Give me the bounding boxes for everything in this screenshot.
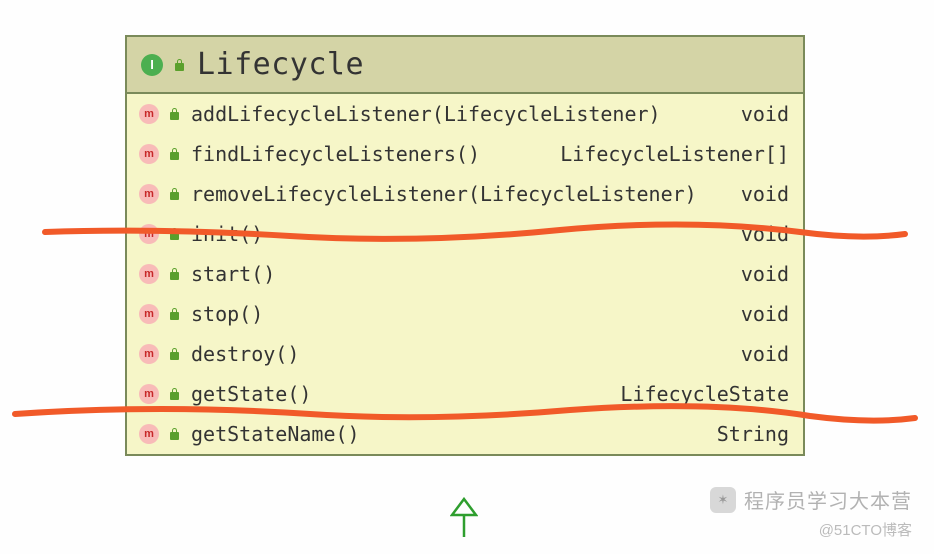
method-name: stop() (191, 302, 263, 326)
method-list: m addLifecycleListener(LifecycleListener… (127, 94, 803, 454)
method-name: destroy() (191, 342, 299, 366)
watermark-main: ✶ 程序员学习大本营 (710, 485, 912, 514)
method-name: getState() (191, 382, 311, 406)
watermark-main-text: 程序员学习大本营 (744, 485, 912, 514)
return-type: LifecycleListener[] (560, 142, 789, 166)
lock-icon (168, 107, 182, 121)
method-row: m stop() void (127, 294, 803, 334)
return-type: void (741, 342, 789, 366)
method-name: findLifecycleListeners() (191, 142, 480, 166)
lock-icon (168, 427, 182, 441)
method-icon: m (139, 224, 159, 244)
method-icon: m (139, 144, 159, 164)
method-name: start() (191, 262, 275, 286)
return-type: void (741, 182, 789, 206)
method-name: removeLifecycleListener(LifecycleListene… (191, 182, 697, 206)
class-diagram: I Lifecycle m addLifecycleListener(Lifec… (125, 35, 805, 456)
method-icon: m (139, 384, 159, 404)
return-type: void (741, 302, 789, 326)
method-icon: m (139, 184, 159, 204)
uml-arrow-up-icon (450, 497, 478, 537)
method-row: m addLifecycleListener(LifecycleListener… (127, 94, 803, 134)
method-name: addLifecycleListener(LifecycleListener) (191, 102, 661, 126)
method-row: m getStateName() String (127, 414, 803, 454)
return-type: void (741, 262, 789, 286)
lock-icon (168, 347, 182, 361)
class-name: Lifecycle (197, 47, 364, 82)
method-icon: m (139, 424, 159, 444)
method-row: m destroy() void (127, 334, 803, 374)
method-row: m removeLifecycleListener(LifecycleListe… (127, 174, 803, 214)
lock-icon (173, 58, 187, 72)
lock-icon (168, 387, 182, 401)
return-type: void (741, 222, 789, 246)
return-type: LifecycleState (620, 382, 789, 406)
watermark-sub: @51CTO博客 (819, 519, 912, 540)
method-row: m init() void (127, 214, 803, 254)
lock-icon (168, 227, 182, 241)
method-row: m start() void (127, 254, 803, 294)
method-icon: m (139, 304, 159, 324)
method-name: getStateName() (191, 422, 360, 446)
method-icon: m (139, 344, 159, 364)
wechat-icon: ✶ (710, 487, 736, 513)
return-type: void (741, 102, 789, 126)
class-header: I Lifecycle (127, 37, 803, 94)
method-icon: m (139, 104, 159, 124)
method-icon: m (139, 264, 159, 284)
lock-icon (168, 267, 182, 281)
method-name: init() (191, 222, 263, 246)
method-row: m getState() LifecycleState (127, 374, 803, 414)
interface-icon: I (141, 54, 163, 76)
return-type: String (717, 422, 789, 446)
lock-icon (168, 187, 182, 201)
method-row: m findLifecycleListeners() LifecycleList… (127, 134, 803, 174)
lock-icon (168, 147, 182, 161)
lock-icon (168, 307, 182, 321)
